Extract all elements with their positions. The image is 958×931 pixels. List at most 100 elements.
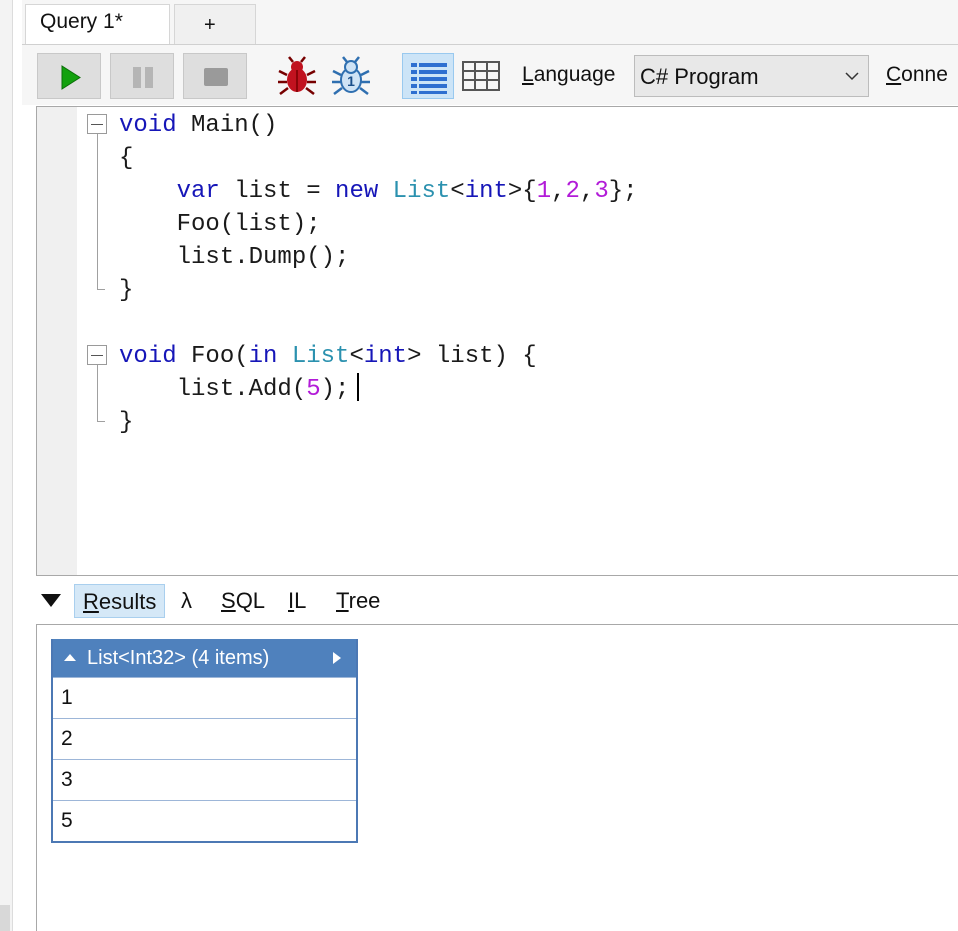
rich-text-results-button[interactable] <box>402 53 454 99</box>
fold-line <box>97 365 98 421</box>
connection-label[interactable]: Conne <box>886 63 948 87</box>
splitter-grip[interactable] <box>0 905 10 931</box>
collapse-results-icon[interactable] <box>40 593 62 609</box>
code-token: void <box>119 343 177 370</box>
rich-text-results-icon <box>411 63 447 94</box>
results-panel: List<Int32> (4 items) 1 2 3 5 <box>36 624 958 931</box>
tab-query-1[interactable]: Query 1* <box>25 4 170 44</box>
code-token: in <box>248 343 278 370</box>
connection-label-text: onne <box>901 63 948 86</box>
fold-end <box>97 421 105 422</box>
code-token: List <box>291 343 350 370</box>
code-token: > list) { <box>407 343 537 370</box>
collapse-up-icon[interactable] <box>63 652 77 662</box>
code-token: , <box>579 178 595 205</box>
bug-step-icon: 1 <box>332 56 370 95</box>
connection-label-access-key: C <box>886 63 902 86</box>
code-token: int <box>363 343 408 370</box>
table-cell: 3 <box>61 768 73 791</box>
debug-step-button[interactable]: 1 <box>328 53 374 99</box>
code-token: var <box>176 178 220 205</box>
pause-button[interactable] <box>110 53 174 99</box>
results-access-key: R <box>83 589 99 614</box>
code-token: 1 <box>536 178 552 205</box>
code-editor[interactable]: void Main() { var list = new List<int>{1,… <box>36 106 958 576</box>
results-table: List<Int32> (4 items) 1 2 3 5 <box>51 639 358 843</box>
code-token: 2 <box>565 178 580 205</box>
chevron-down-icon <box>845 72 859 81</box>
results-table-header[interactable]: List<Int32> (4 items) <box>53 639 356 677</box>
code-token: Foo(list); <box>119 211 321 238</box>
code-token: } <box>119 409 134 436</box>
fold-toggle-foo[interactable] <box>87 345 107 365</box>
code-token: } <box>119 277 134 304</box>
left-edge <box>0 0 13 931</box>
code-token: < <box>349 343 364 370</box>
results-tab-label: esults <box>98 589 157 614</box>
code-line: void Foo(in List<int> list) { <box>119 340 537 373</box>
svg-text:1: 1 <box>347 73 355 89</box>
code-token: new <box>335 178 379 205</box>
tab-il[interactable]: IL <box>288 584 306 618</box>
pause-icon <box>133 67 153 88</box>
code-token: { <box>119 145 134 172</box>
stop-button[interactable] <box>183 53 247 99</box>
fold-toggle-main[interactable] <box>87 114 107 134</box>
lambda-tab-label: λ <box>181 588 192 613</box>
code-token: list.Add( <box>119 376 307 403</box>
table-cell: 5 <box>61 809 73 832</box>
table-row: 1 <box>53 677 356 718</box>
toolbar: 1 Language C# Program Conne <box>22 45 958 105</box>
code-line: var list = new List<int>{1,2,3}; <box>119 175 638 208</box>
expand-right-icon[interactable] <box>332 651 342 665</box>
tab-sql[interactable]: SQL <box>221 584 265 618</box>
language-label-text: anguage <box>533 63 616 86</box>
language-select-value: C# Program <box>640 64 759 89</box>
tab-label: Query 1* <box>40 10 123 33</box>
il-tab-label: L <box>294 588 307 613</box>
language-label: Language <box>522 63 615 87</box>
tab-results[interactable]: Results <box>74 584 166 618</box>
code-token: Main() <box>176 112 278 139</box>
results-table-title: List<Int32> (4 items) <box>87 647 270 669</box>
tree-tab-label: ree <box>348 588 381 613</box>
code-line: void Main() <box>119 109 277 142</box>
code-line: list.Add(5); <box>119 373 350 406</box>
text-caret <box>357 373 359 401</box>
code-token: list = <box>219 178 336 205</box>
code-line: list.Dump(); <box>119 241 350 274</box>
tree-access-key: T <box>336 588 349 613</box>
code-token: 5 <box>306 376 321 403</box>
table-cell: 2 <box>61 727 73 750</box>
tab-tree[interactable]: Tree <box>336 584 380 618</box>
code-token: ); <box>320 376 350 403</box>
language-select[interactable]: C# Program <box>634 55 869 97</box>
run-button[interactable] <box>37 53 101 99</box>
code-token: }; <box>608 178 638 205</box>
plus-icon: + <box>204 14 216 36</box>
code-token: 3 <box>594 178 609 205</box>
grid-results-icon <box>462 61 500 91</box>
code-token: list.Dump(); <box>119 244 350 271</box>
table-row: 5 <box>53 800 356 841</box>
fold-end <box>97 289 105 290</box>
run-icon <box>61 65 81 90</box>
tab-lambda[interactable]: λ <box>181 584 192 618</box>
code-token: , <box>551 178 566 205</box>
table-row: 2 <box>53 718 356 759</box>
results-tab-bar: Results λ SQL IL Tree <box>36 580 958 624</box>
code-line: } <box>119 274 133 307</box>
table-cell: 1 <box>61 686 73 709</box>
query-tab-bar: Query 1* + <box>22 0 958 45</box>
code-line: { <box>119 142 133 175</box>
code-token: List <box>392 178 451 205</box>
grid-results-button[interactable] <box>458 53 504 99</box>
bug-icon <box>278 56 316 95</box>
code-token: < <box>450 178 465 205</box>
stop-icon <box>204 68 228 86</box>
sql-access-key: S <box>221 588 236 613</box>
debug-button[interactable] <box>274 53 320 99</box>
add-tab-button[interactable]: + <box>174 4 256 44</box>
